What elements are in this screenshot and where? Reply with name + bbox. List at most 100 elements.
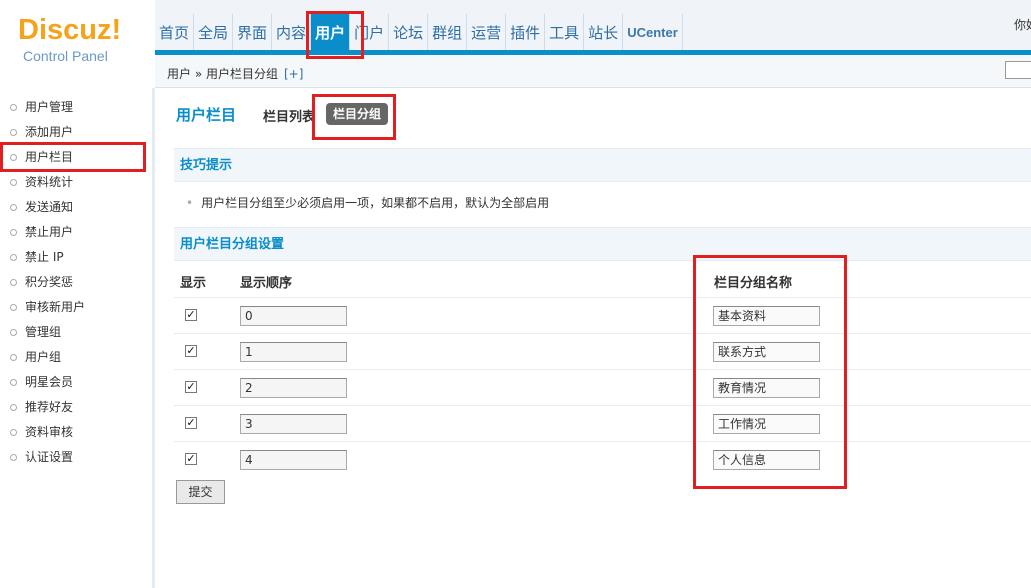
bullet-icon [10, 454, 17, 461]
show-checkbox[interactable]: ✓ [185, 453, 197, 465]
sidebar-item-user-manage[interactable]: 用户管理 [0, 95, 148, 120]
order-input[interactable]: 1 [240, 342, 347, 362]
user-greeting: 你好 [1014, 18, 1031, 32]
nav-global[interactable]: 全局 [194, 14, 234, 52]
nav-style[interactable]: 界面 [233, 14, 273, 52]
sidebar-item-add-user[interactable]: 添加用户 [0, 120, 148, 145]
sidebar: 用户管理 添加用户 用户栏目 资料统计 发送通知 禁止用户 禁止 IP 积分奖惩… [0, 88, 155, 588]
row-divider [174, 441, 1031, 442]
nav-ucenter[interactable]: UCenter [623, 14, 683, 52]
logo-subtitle: Control Panel [23, 48, 108, 64]
group-name-input[interactable]: 基本资料 [713, 306, 820, 326]
sidebar-item-label: 积分奖惩 [25, 275, 74, 289]
bullet-icon [10, 179, 17, 186]
order-input[interactable]: 3 [240, 414, 347, 434]
column-header-name: 栏目分组名称 [714, 276, 793, 291]
sidebar-item-label: 发送通知 [25, 200, 74, 214]
submit-button[interactable]: 提交 [176, 480, 225, 504]
sidebar-item-user-columns[interactable]: 用户栏目 [0, 145, 148, 170]
bullet-icon [10, 404, 17, 411]
nav-user[interactable]: 用户 [311, 14, 351, 52]
bullet-icon [10, 129, 17, 136]
nav-operation[interactable]: 运营 [467, 14, 507, 52]
sidebar-item-moderate-new[interactable]: 审核新用户 [0, 295, 148, 320]
column-header-order: 显示顺序 [240, 276, 293, 291]
nav-tools[interactable]: 工具 [545, 14, 585, 52]
order-input[interactable]: 4 [240, 450, 347, 470]
order-input[interactable]: 0 [240, 306, 347, 326]
bullet-icon [10, 279, 17, 286]
show-checkbox[interactable]: ✓ [185, 309, 197, 321]
sidebar-item-admin-groups[interactable]: 管理组 [0, 320, 148, 345]
bullet-icon [10, 304, 17, 311]
page-title: 用户栏目 [176, 106, 237, 124]
sidebar-item-label: 认证设置 [25, 450, 74, 464]
row-divider [174, 369, 1031, 370]
nav-founder[interactable]: 站长 [584, 14, 624, 52]
show-checkbox[interactable]: ✓ [185, 345, 197, 357]
discuz-logo[interactable]: Discuz! Control Panel [18, 12, 148, 72]
nav-home[interactable]: 首页 [155, 14, 195, 52]
sidebar-item-label: 禁止 IP [25, 250, 64, 264]
sidebar-item-ban-ip[interactable]: 禁止 IP [0, 245, 148, 270]
sidebar-item-label: 用户组 [25, 350, 62, 364]
tab-column-list[interactable]: 栏目列表 [263, 106, 315, 125]
order-input[interactable]: 2 [240, 378, 347, 398]
sidebar-item-label: 添加用户 [25, 125, 74, 139]
bullet-icon [10, 104, 17, 111]
sidebar-item-ban-user[interactable]: 禁止用户 [0, 220, 148, 245]
bullet-icon [10, 379, 17, 386]
tip-text: 用户栏目分组至少必须启用一项，如果都不启用，默认为全部启用 [201, 196, 550, 210]
main-content: 用户栏目 栏目列表 栏目分组 技巧提示 • 用户栏目分组至少必须启用一项，如果都不… [158, 88, 1031, 588]
sidebar-item-star-members[interactable]: 明星会员 [0, 370, 148, 395]
bullet-icon [10, 229, 17, 236]
nav-group[interactable]: 群组 [428, 14, 468, 52]
row-divider [174, 333, 1031, 334]
sidebar-item-user-groups[interactable]: 用户组 [0, 345, 148, 370]
sidebar-item-verify-settings[interactable]: 认证设置 [0, 445, 148, 470]
sidebar-item-label: 用户管理 [25, 100, 74, 114]
group-name-input[interactable]: 联系方式 [713, 342, 820, 362]
sidebar-item-label: 审核新用户 [25, 300, 86, 314]
sidebar-item-recommend-friends[interactable]: 推荐好友 [0, 395, 148, 420]
settings-heading: 用户栏目分组设置 [174, 227, 1031, 261]
tip-bullet-icon: • [186, 196, 194, 210]
sidebar-item-profile-stats[interactable]: 资料统计 [0, 170, 148, 195]
bullet-icon [10, 254, 17, 261]
sidebar-item-label: 资料审核 [25, 425, 74, 439]
group-name-input[interactable]: 个人信息 [713, 450, 820, 470]
breadcrumb: 用户 » 用户栏目分组 [+] [167, 65, 303, 82]
quick-search-input[interactable] [1005, 61, 1031, 79]
breadcrumb-text: 用户 » 用户栏目分组 [167, 67, 278, 81]
group-name-input[interactable]: 教育情况 [713, 378, 820, 398]
group-name-input[interactable]: 工作情况 [713, 414, 820, 434]
tip-line: • 用户栏目分组至少必须启用一项，如果都不启用，默认为全部启用 [186, 194, 549, 211]
show-checkbox[interactable]: ✓ [185, 417, 197, 429]
logo-brand: Discuz! [18, 14, 122, 46]
bullet-icon [10, 429, 17, 436]
sidebar-item-profile-review[interactable]: 资料审核 [0, 420, 148, 445]
sidebar-item-send-notice[interactable]: 发送通知 [0, 195, 148, 220]
nav-portal[interactable]: 门户 [350, 14, 390, 52]
sidebar-item-label: 禁止用户 [25, 225, 74, 239]
sidebar-item-credits[interactable]: 积分奖惩 [0, 270, 148, 295]
show-checkbox[interactable]: ✓ [185, 381, 197, 393]
sidebar-item-label: 用户栏目 [25, 150, 74, 164]
nav-forum[interactable]: 论坛 [389, 14, 429, 52]
sidebar-item-label: 资料统计 [25, 175, 74, 189]
tab-column-group[interactable]: 栏目分组 [326, 103, 389, 125]
bullet-icon [10, 154, 17, 161]
tips-heading: 技巧提示 [174, 148, 1031, 182]
breadcrumb-bar: 用户 » 用户栏目分组 [+] [155, 55, 1031, 88]
sidebar-item-label: 明星会员 [25, 375, 74, 389]
sidebar-item-label: 管理组 [25, 325, 62, 339]
column-header-show: 显示 [180, 276, 207, 291]
row-divider [174, 405, 1031, 406]
bullet-icon [10, 204, 17, 211]
bullet-icon [10, 354, 17, 361]
nav-plugin[interactable]: 插件 [506, 14, 546, 52]
sidebar-item-label: 推荐好友 [25, 400, 74, 414]
bullet-icon [10, 329, 17, 336]
nav-content[interactable]: 内容 [272, 14, 312, 52]
add-shortcut-link[interactable]: [+] [284, 67, 303, 81]
